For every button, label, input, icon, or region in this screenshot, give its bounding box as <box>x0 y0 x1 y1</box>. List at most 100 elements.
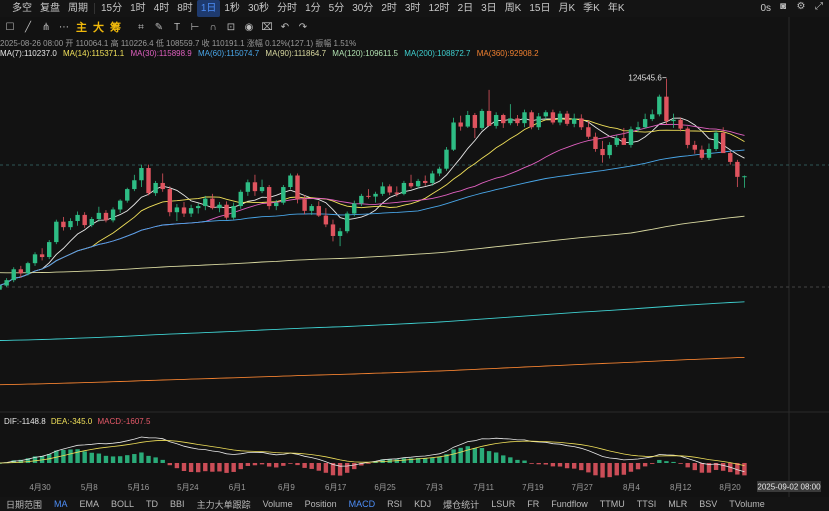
macd-bar <box>344 463 350 473</box>
indicator-fundflow[interactable]: Fundflow <box>545 499 594 509</box>
indicator-mlr[interactable]: MLR <box>662 499 693 509</box>
indicator-pos-stats[interactable]: 爆仓统计 <box>437 498 485 511</box>
indicator-lsur[interactable]: LSUR <box>485 499 521 509</box>
candle-body <box>493 115 499 126</box>
x-tick-label: 8月12 <box>670 483 692 492</box>
indicator-ttsi[interactable]: TTSI <box>631 499 663 509</box>
macd-bar <box>529 463 534 464</box>
macd-bar <box>593 463 598 476</box>
ma-line-30 <box>0 123 745 286</box>
indicator-tvolume[interactable]: TVolume <box>723 499 771 509</box>
candle-body <box>564 113 570 124</box>
macd-bar <box>139 452 144 463</box>
macd-bar <box>96 453 102 463</box>
macd-bar <box>458 447 463 463</box>
macd-bar <box>430 457 435 463</box>
macd-bar <box>309 463 314 469</box>
macd-bar <box>252 463 258 466</box>
candle-body <box>146 168 151 194</box>
indicator-boll[interactable]: BOLL <box>105 499 140 509</box>
macd-bar <box>231 463 236 472</box>
candle-body <box>543 112 549 117</box>
candle-body <box>571 118 577 124</box>
candle-body <box>281 187 286 203</box>
indicator-bbi[interactable]: BBI <box>164 499 191 509</box>
macd-bar <box>423 458 428 463</box>
indicator-ma[interactable]: MA <box>48 499 74 509</box>
candle-body <box>472 115 478 128</box>
macd-bar <box>635 463 641 470</box>
macd-bar <box>160 459 165 463</box>
indicator-main[interactable]: 主力大单跟踪 <box>191 498 257 511</box>
candle-body <box>408 182 414 187</box>
candle-body <box>685 128 690 145</box>
indicator-ema[interactable]: EMA <box>74 499 106 509</box>
candle-body <box>167 189 173 213</box>
candle-body <box>302 199 307 211</box>
candle-body <box>132 180 137 190</box>
macd-bar <box>274 463 279 468</box>
candle-body <box>678 119 683 129</box>
indicator-td[interactable]: TD <box>140 499 164 509</box>
x-tick-label: 7月3 <box>426 483 443 492</box>
macd-bar <box>437 456 442 463</box>
macd-bar <box>259 463 265 465</box>
candle-body <box>579 118 584 128</box>
x-tick-label: 5月16 <box>128 483 150 492</box>
indicator-volume[interactable]: Volume <box>257 499 299 509</box>
macd-bar <box>579 463 584 471</box>
macd-bar <box>352 463 357 470</box>
candle-body <box>373 193 378 197</box>
candle-body <box>621 138 627 145</box>
candle-body <box>458 122 463 127</box>
macd-legend-item: DEA:-345.0 <box>50 417 93 426</box>
indicator-fr[interactable]: FR <box>521 499 545 509</box>
indicator-bsv[interactable]: BSV <box>693 499 723 509</box>
x-tick-label: 7月19 <box>522 483 544 492</box>
candle-body <box>4 280 9 286</box>
candle-body <box>274 202 279 207</box>
candle-body <box>600 148 605 156</box>
candle-body <box>75 214 80 222</box>
indicator-position[interactable]: Position <box>299 499 343 509</box>
macd-bar <box>465 446 470 463</box>
macd-bar <box>642 463 648 467</box>
macd-bar <box>337 463 343 476</box>
ma-line-360 <box>0 356 745 386</box>
candle-body <box>203 198 208 207</box>
macd-bar <box>607 463 612 478</box>
indicator-rsi[interactable]: RSI <box>381 499 408 509</box>
macd-bar <box>515 459 520 463</box>
x-tick-label: 7月11 <box>473 483 494 492</box>
candle-body <box>11 269 16 281</box>
candle-body <box>39 254 45 258</box>
candle-body <box>664 96 669 122</box>
indicator-ttmu[interactable]: TTMU <box>594 499 631 509</box>
x-tick-label: 5月24 <box>177 483 199 492</box>
candle-body <box>82 214 87 226</box>
macd-bar <box>68 449 73 463</box>
candle-body <box>699 149 705 158</box>
candle-body <box>366 195 371 197</box>
candle-body <box>160 182 165 190</box>
candle-body <box>522 112 527 124</box>
range-button[interactable]: 日期范围 <box>0 498 48 511</box>
macd-bar <box>110 456 116 463</box>
indicator-kdj[interactable]: KDJ <box>408 499 437 509</box>
price-chart[interactable]: 124545.6 4月30 5月8 5月16 5月24 6月1 6月9 6月17 6月25 7月3… <box>0 0 829 511</box>
candle-body <box>0 285 2 290</box>
macd-bar <box>550 463 556 467</box>
candle-body <box>387 186 392 193</box>
macd-bar <box>501 455 506 463</box>
candle-body <box>628 129 634 145</box>
macd-bar <box>266 463 272 467</box>
candle-body <box>614 138 619 145</box>
macd-bar <box>203 463 208 472</box>
candle-body <box>635 127 641 130</box>
macd-bar <box>628 463 634 472</box>
indicator-macd[interactable]: MACD <box>343 499 382 509</box>
candle-body <box>330 224 336 236</box>
macd-bar <box>557 463 563 467</box>
candle-body <box>195 206 201 209</box>
candle-body <box>181 207 187 214</box>
